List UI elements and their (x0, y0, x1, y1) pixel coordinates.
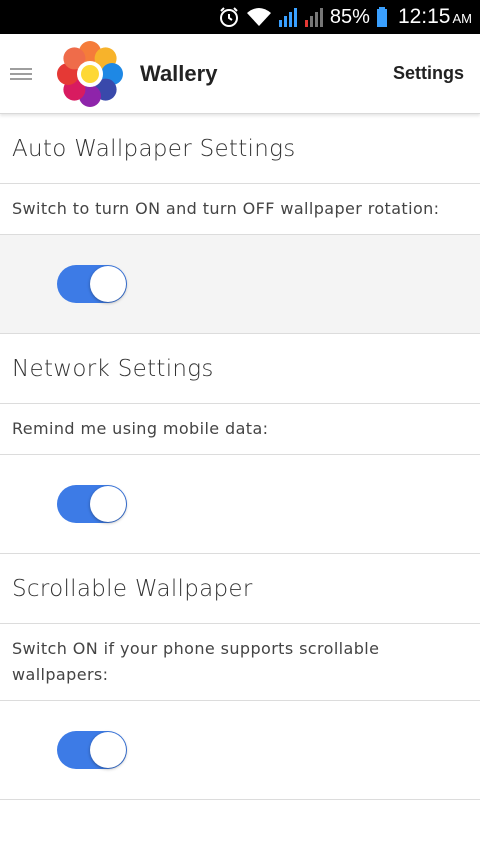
toggle-row-auto-wallpaper (0, 235, 480, 334)
section-heading-network: Network Settings (0, 334, 480, 404)
signal-weak-icon (304, 6, 324, 28)
section-heading-scrollable: Scrollable Wallpaper (0, 554, 480, 624)
mobile-data-reminder-switch[interactable] (57, 485, 127, 523)
toggle-row-network (0, 455, 480, 554)
app-title: Wallery (140, 60, 218, 86)
battery-icon (376, 6, 388, 28)
alarm-icon (218, 6, 240, 28)
scrollable-wallpaper-switch[interactable] (57, 731, 127, 769)
section-description-auto-wallpaper: Switch to turn ON and turn OFF wallpaper… (0, 184, 480, 235)
app-logo[interactable] (54, 38, 126, 110)
clock-time: 12:15 (397, 5, 451, 28)
section-description-network: Remind me using mobile data: (0, 404, 480, 455)
settings-list: Auto Wallpaper Settings Switch to turn O… (0, 114, 480, 800)
toggle-row-scrollable (0, 701, 480, 800)
clock-ampm: AM (452, 11, 473, 26)
switch-knob (90, 266, 126, 302)
menu-icon[interactable] (10, 67, 32, 80)
section-description-scrollable: Switch ON if your phone supports scrolla… (0, 624, 480, 701)
app-bar: Wallery Settings (0, 34, 480, 114)
settings-action[interactable]: Settings (393, 63, 464, 84)
wifi-icon (246, 6, 272, 28)
section-heading-auto-wallpaper: Auto Wallpaper Settings (0, 114, 480, 184)
status-bar: 85% 12:15 AM (0, 0, 480, 34)
clock: 12:15 AM (394, 5, 472, 29)
signal-icon (278, 6, 298, 28)
auto-wallpaper-switch[interactable] (57, 265, 127, 303)
battery-percent: 85% (329, 5, 370, 28)
switch-knob (90, 732, 126, 768)
switch-knob (90, 486, 126, 522)
